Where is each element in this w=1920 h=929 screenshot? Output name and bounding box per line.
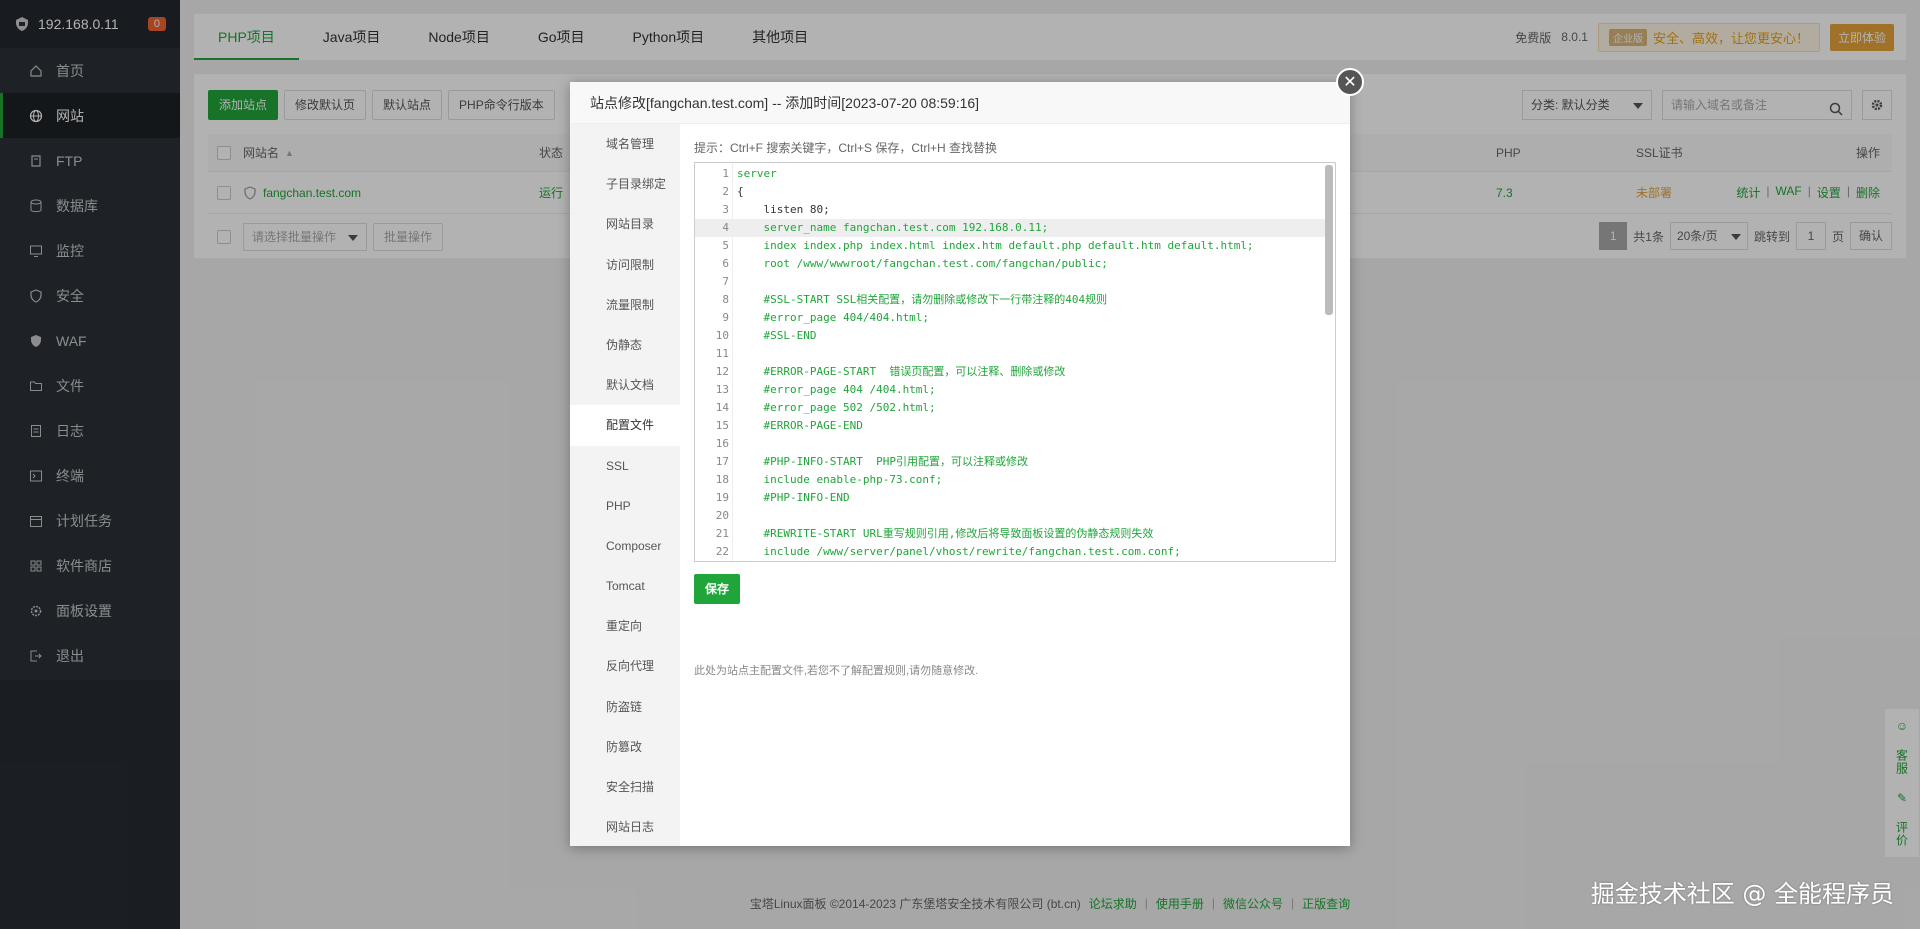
modal-nav-item-14[interactable]: 防盗链 xyxy=(570,687,680,727)
code-editor[interactable]: 1 server 2{3 listen 80; 4 server_name fangc… xyxy=(694,162,1336,562)
code-text: server xyxy=(737,167,777,180)
code-line: 7 xyxy=(695,273,1325,291)
code-line: 21 #REWRITE-START URL重写规则引用,修改后将导致面板设置的伪… xyxy=(695,525,1325,543)
code-line: 16 xyxy=(695,435,1325,453)
code-text: #PHP-INFO-END xyxy=(737,491,850,504)
line-number: 20 xyxy=(715,509,729,522)
line-number: 1 xyxy=(722,167,729,180)
code-line: 8 #SSL-START SSL相关配置，请勿删除或修改下一行带注释的404规则 xyxy=(695,291,1325,309)
line-number: 16 xyxy=(715,437,729,450)
code-line: 22 include /www/server/panel/vhost/rewri… xyxy=(695,543,1325,561)
line-number: 7 xyxy=(722,275,729,288)
code-line: 13 #error_page 404 /404.html; xyxy=(695,381,1325,399)
code-line: 12 #ERROR-PAGE-START 错误页配置，可以注释、删除或修改 xyxy=(695,363,1325,381)
line-number: 9 xyxy=(722,311,729,324)
code-text: root /www/wwwroot/fangchan.test.com/fang… xyxy=(737,257,1108,270)
line-number: 22 xyxy=(715,545,729,558)
modal-nav-item-6[interactable]: 默认文档 xyxy=(570,365,680,405)
modal-nav-item-16[interactable]: 安全扫描 xyxy=(570,767,680,807)
editor-hint: 提示：Ctrl+F 搜索关键字，Ctrl+S 保存，Ctrl+H 查找替换 xyxy=(694,141,998,155)
line-number: 6 xyxy=(722,257,729,270)
watermark: 掘金技术社区 @ 全能程序员 xyxy=(1590,880,1894,908)
line-number: 8 xyxy=(722,293,729,306)
modal-nav-item-7[interactable]: 配置文件 xyxy=(570,405,680,446)
line-number: 15 xyxy=(715,419,729,432)
code-text: #ERROR-PAGE-END xyxy=(737,419,863,432)
code-text: #ERROR-PAGE-START 错误页配置，可以注释、删除或修改 xyxy=(737,365,1066,378)
modal-nav-item-9[interactable]: PHP xyxy=(570,486,680,526)
code-text: #error_page 502 /502.html; xyxy=(737,401,936,414)
line-number: 12 xyxy=(715,365,729,378)
line-number: 11 xyxy=(715,347,729,360)
code-text: #error_page 404/404.html; xyxy=(737,311,930,324)
code-line: 4 server_name fangchan.test.com 192.168.… xyxy=(695,219,1325,237)
code-line: 1 server xyxy=(695,165,1325,183)
code-text: #SSL-END xyxy=(737,329,817,342)
close-icon: ✕ xyxy=(1343,74,1357,91)
modal-nav-item-4[interactable]: 流量限制 xyxy=(570,285,680,325)
code-line: 19 #PHP-INFO-END xyxy=(695,489,1325,507)
code-line: 3 listen 80; xyxy=(695,201,1325,219)
code-text: index index.php index.html index.htm def… xyxy=(737,239,1254,252)
code-line: 15 #ERROR-PAGE-END xyxy=(695,417,1325,435)
line-number: 13 xyxy=(715,383,729,396)
code-line: 2{ xyxy=(695,183,1325,201)
code-line: 14 #error_page 502 /502.html; xyxy=(695,399,1325,417)
line-number: 2 xyxy=(722,185,729,198)
code-line: 11 xyxy=(695,345,1325,363)
code-text: #REWRITE-START URL重写规则引用,修改后将导致面板设置的伪静态规… xyxy=(737,527,1154,540)
code-line: 17 #PHP-INFO-START PHP引用配置，可以注释或修改 xyxy=(695,453,1325,471)
code-text: listen 80; xyxy=(737,203,830,216)
code-text: server_name fangchan.test.com 192.168.0.… xyxy=(737,221,1049,234)
save-button[interactable]: 保存 xyxy=(694,574,740,604)
site-edit-modal: 站点修改[fangchan.test.com] -- 添加时间[2023-07-… xyxy=(570,68,1364,846)
modal-nav-item-1[interactable]: 子目录绑定 xyxy=(570,164,680,204)
editor-scrollbar[interactable] xyxy=(1325,165,1333,315)
modal-nav-item-15[interactable]: 防篡改 xyxy=(570,727,680,767)
modal-nav-item-10[interactable]: Composer xyxy=(570,526,680,566)
code-text: #error_page 404 /404.html; xyxy=(737,383,936,396)
line-number: 10 xyxy=(715,329,729,342)
config-note: 此处为站点主配置文件,若您不了解配置规则,请勿随意修改. xyxy=(694,665,979,677)
modal-nav-item-12[interactable]: 重定向 xyxy=(570,606,680,646)
code-text: include /www/server/panel/vhost/rewrite/… xyxy=(737,545,1181,558)
line-number: 14 xyxy=(715,401,729,414)
line-number: 4 xyxy=(722,221,729,234)
code-line: 10 #SSL-END xyxy=(695,327,1325,345)
line-number: 17 xyxy=(715,455,729,468)
code-text: { xyxy=(737,185,744,198)
code-line: 18 include enable-php-73.conf; xyxy=(695,471,1325,489)
line-number: 3 xyxy=(722,203,729,216)
modal-title: 站点修改[fangchan.test.com] -- 添加时间[2023-07-… xyxy=(570,82,1350,124)
code-line: 9 #error_page 404/404.html; xyxy=(695,309,1325,327)
code-text: #SSL-START SSL相关配置，请勿删除或修改下一行带注释的404规则 xyxy=(737,293,1108,306)
modal-nav-item-13[interactable]: 反向代理 xyxy=(570,646,680,686)
line-number: 18 xyxy=(715,473,729,486)
code-line: 6 root /www/wwwroot/fangchan.test.com/fa… xyxy=(695,255,1325,273)
close-button[interactable]: ✕ xyxy=(1336,68,1364,96)
modal-nav: 域名管理 子目录绑定 网站目录 访问限制 流量限制 伪静态 默认文档 配置文件 SSL PHP Co… xyxy=(570,124,680,846)
line-number: 5 xyxy=(722,239,729,252)
line-number: 21 xyxy=(715,527,729,540)
code-line: 5 index index.php index.html index.htm d… xyxy=(695,237,1325,255)
code-line: 20 xyxy=(695,507,1325,525)
modal-nav-item-0[interactable]: 域名管理 xyxy=(570,124,680,164)
modal-nav-item-8[interactable]: SSL xyxy=(570,446,680,486)
modal-nav-item-11[interactable]: Tomcat xyxy=(570,566,680,606)
modal-nav-item-5[interactable]: 伪静态 xyxy=(570,325,680,365)
code-text: include enable-php-73.conf; xyxy=(737,473,943,486)
modal-nav-item-2[interactable]: 网站目录 xyxy=(570,204,680,244)
config-panel: 提示：Ctrl+F 搜索关键字，Ctrl+S 保存，Ctrl+H 查找替换 1s… xyxy=(694,124,1336,846)
modal-nav-item-17[interactable]: 网站日志 xyxy=(570,807,680,847)
modal-nav-item-3[interactable]: 访问限制 xyxy=(570,245,680,285)
line-number: 19 xyxy=(715,491,729,504)
code-text: #PHP-INFO-START PHP引用配置，可以注释或修改 xyxy=(737,455,1028,468)
